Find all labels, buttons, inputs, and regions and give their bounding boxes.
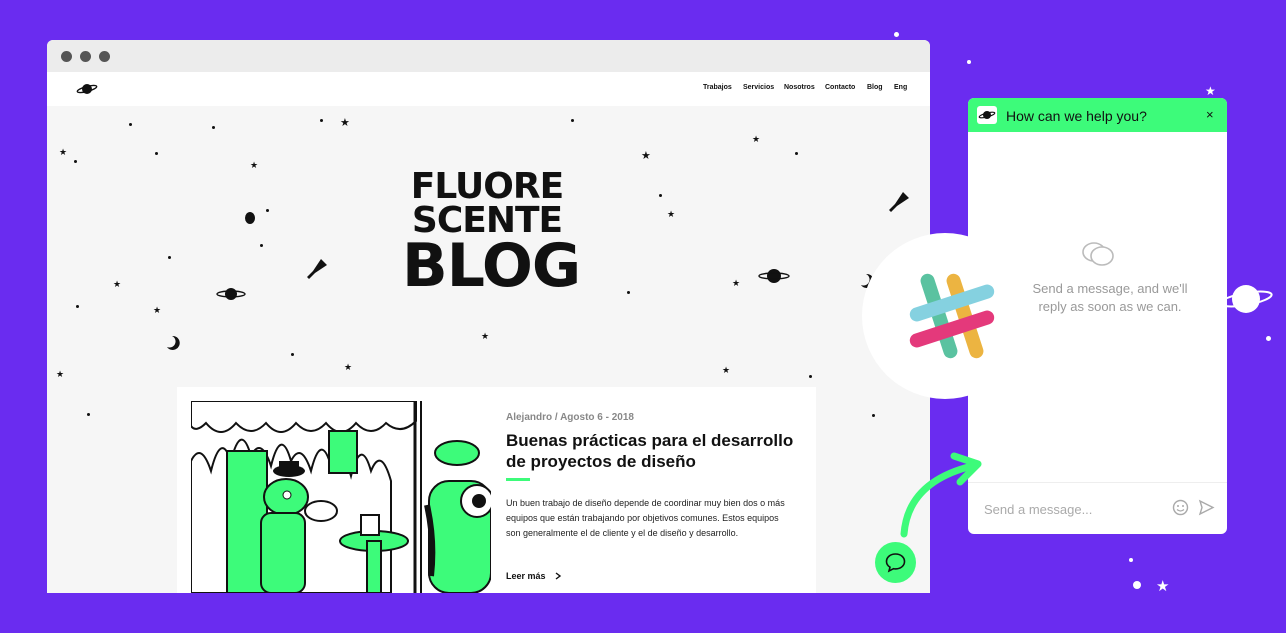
send-icon[interactable] (1198, 499, 1215, 516)
blog-logo: FLUORE SCENTE BLOG (402, 166, 581, 302)
speck (155, 152, 158, 155)
window-dot-minimize[interactable] (80, 51, 91, 62)
alien-icon (245, 212, 255, 224)
decor-speck (1133, 581, 1141, 589)
nav-trabajos[interactable]: Trabajos (703, 84, 732, 91)
speck (571, 119, 574, 122)
browser-titlebar (47, 40, 930, 72)
chat-header: How can we help you? × (968, 98, 1227, 132)
star-icon: ★ (113, 279, 122, 289)
read-more-link[interactable]: Leer más (506, 571, 562, 581)
arrow-decor-icon (900, 452, 982, 538)
nav-nosotros[interactable]: Nosotros (784, 84, 815, 91)
logo-line-1: FLUORE (410, 166, 564, 207)
read-more-label: Leer más (506, 571, 546, 581)
decor-star: ★ (1156, 578, 1170, 595)
decor-star: ★ (1205, 84, 1216, 98)
star-icon: ★ (481, 331, 490, 341)
chat-bubbles-icon (1082, 242, 1114, 266)
nav-servicios[interactable]: Servicios (743, 84, 774, 91)
site-navbar: Trabajos Servicios Nosotros Contacto Blo… (47, 72, 930, 106)
speck (795, 152, 798, 155)
decor-speck (1129, 558, 1133, 562)
chat-launcher-button[interactable] (875, 542, 916, 583)
moon-decor-icon (0, 424, 16, 456)
squid-icon (889, 192, 909, 212)
star-icon: ★ (153, 305, 162, 315)
speck (872, 414, 875, 417)
chevron-right-icon (555, 572, 562, 580)
speck (212, 126, 215, 129)
chat-empty-message: Send a message, and we'll reply as soon … (1032, 281, 1188, 314)
hero-section: ★ ★ ★ ★ ★ ★ ★ ★ ★ ★ ★ ★ ★ FLUORE SCENTE … (47, 106, 930, 593)
speck (129, 123, 132, 126)
decor-speck (894, 32, 899, 37)
speck (291, 353, 294, 356)
star-icon: ★ (667, 209, 676, 219)
chat-avatar (977, 106, 997, 124)
star-icon: ★ (340, 117, 350, 129)
title-underline (506, 478, 530, 481)
decor-speck (967, 60, 971, 64)
star-icon: ★ (752, 134, 761, 144)
decor-speck (1266, 336, 1271, 341)
planet-icon (216, 288, 246, 300)
emoji-icon[interactable] (1172, 499, 1189, 516)
planet-decor-icon (1224, 285, 1273, 313)
speck (168, 256, 171, 259)
speck (76, 305, 79, 308)
post-excerpt: Un buen trabajo de diseño depende de coo… (506, 498, 785, 538)
planet-icon (758, 269, 790, 283)
star-icon: ★ (59, 147, 68, 157)
speck (659, 194, 662, 197)
speck (74, 160, 77, 163)
chat-input-row (968, 482, 1227, 534)
planet-logo-icon[interactable] (76, 81, 98, 97)
squid-icon (307, 259, 327, 279)
speck (266, 209, 269, 212)
post-title[interactable]: Buenas prácticas para el desarrollo de p… (506, 430, 796, 473)
speck (809, 375, 812, 378)
post-illustration[interactable] (191, 401, 491, 593)
logo-line-3: BLOG (402, 231, 581, 302)
star-icon: ★ (722, 365, 731, 375)
slack-icon (909, 273, 995, 359)
blog-post-card[interactable]: Alejandro / Agosto 6 - 2018 Buenas práct… (177, 387, 816, 593)
star-icon: ★ (250, 160, 259, 170)
nav-contacto[interactable]: Contacto (825, 84, 855, 91)
close-icon[interactable]: × (1206, 107, 1214, 122)
browser-window: Trabajos Servicios Nosotros Contacto Blo… (47, 40, 930, 593)
speck (627, 291, 630, 294)
chat-launcher-icon (885, 553, 906, 573)
message-input[interactable] (982, 497, 1166, 521)
planet-logo-icon (978, 111, 996, 119)
star-icon: ★ (641, 150, 651, 162)
window-dot-maximize[interactable] (99, 51, 110, 62)
star-icon: ★ (56, 369, 65, 379)
star-icon: ★ (344, 362, 353, 372)
window-dot-close[interactable] (61, 51, 72, 62)
moon-icon (167, 335, 180, 350)
nav-eng[interactable]: Eng (894, 84, 907, 91)
speck (260, 244, 263, 247)
nav-blog[interactable]: Blog (867, 84, 883, 91)
slack-badge (862, 233, 1028, 399)
speck (320, 119, 323, 122)
chat-title: How can we help you? (1006, 108, 1147, 124)
star-icon: ★ (732, 278, 741, 288)
post-meta: Alejandro / Agosto 6 - 2018 (506, 412, 634, 423)
speck (87, 413, 90, 416)
